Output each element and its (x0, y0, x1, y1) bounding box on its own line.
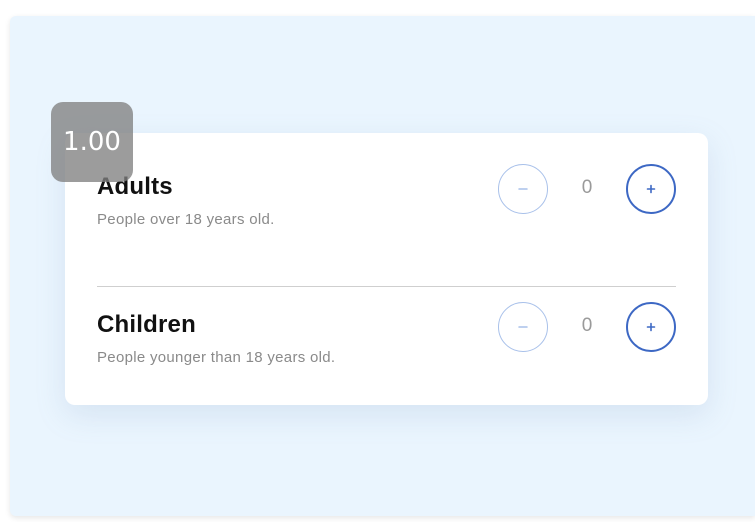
adults-subtitle: People over 18 years old. (97, 211, 275, 228)
minus-icon (518, 188, 528, 190)
guest-selector-panel: Adults People over 18 years old. 0 Child… (10, 16, 755, 516)
adults-stepper: 0 (498, 163, 676, 219)
zoom-level-badge: 1.00 (51, 102, 133, 182)
children-count: 0 (581, 315, 593, 336)
adults-row: Adults People over 18 years old. 0 (97, 163, 676, 243)
children-stepper: 0 (498, 301, 676, 357)
minus-icon (518, 326, 528, 328)
children-title: Children (97, 311, 196, 338)
adults-increment-button[interactable] (626, 164, 676, 214)
guest-counter-card: Adults People over 18 years old. 0 Child… (65, 133, 708, 405)
row-divider (97, 286, 676, 287)
plus-icon (646, 184, 656, 194)
children-increment-button[interactable] (626, 302, 676, 352)
adults-count: 0 (581, 177, 593, 198)
children-decrement-button[interactable] (498, 302, 548, 352)
plus-icon (646, 322, 656, 332)
children-subtitle: People younger than 18 years old. (97, 349, 336, 366)
adults-decrement-button[interactable] (498, 164, 548, 214)
children-row: Children People younger than 18 years ol… (97, 301, 676, 381)
